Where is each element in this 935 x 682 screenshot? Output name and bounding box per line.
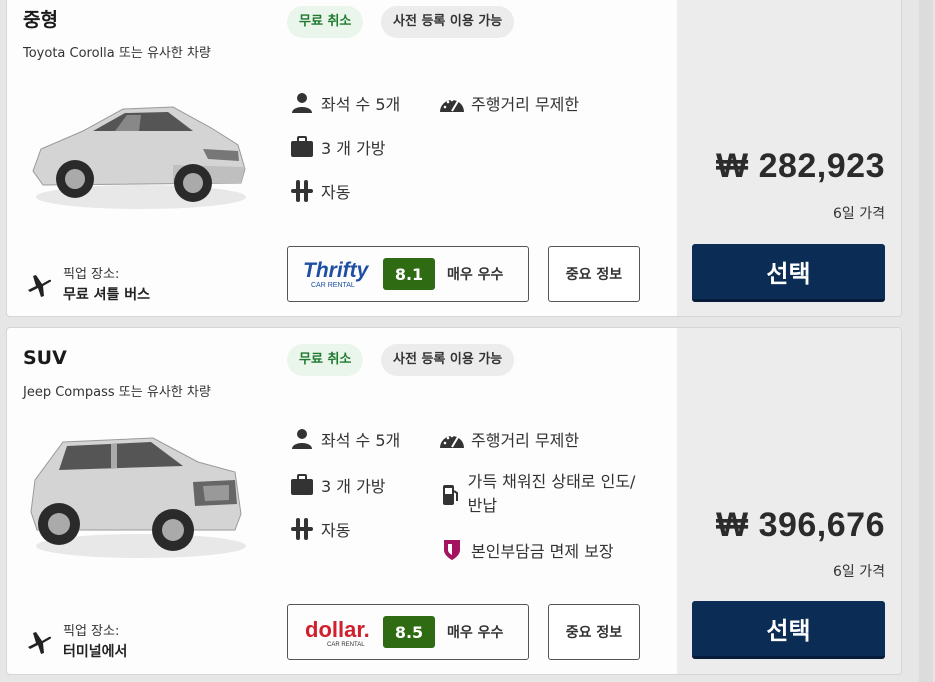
bags-feature: 3 개 가방 xyxy=(289,472,386,498)
car-category-title: SUV xyxy=(23,347,67,369)
thrifty-logo: Thrifty CAR RENTAL xyxy=(296,254,386,294)
transmission-feature: 자동 xyxy=(289,516,350,542)
vendor-name: dollar. xyxy=(305,617,370,642)
car-category-title: 중형 xyxy=(23,9,58,31)
vendor-score-label: 매우 우수 xyxy=(447,267,504,283)
pickup-value: 무료 셔틀 버스 xyxy=(63,287,151,303)
total-price: ₩ 282,923 xyxy=(716,147,885,185)
bags-text: 3 개 가방 xyxy=(321,139,386,158)
speedometer-icon xyxy=(439,426,465,452)
airplane-icon xyxy=(28,631,52,654)
transmission-text: 자동 xyxy=(321,521,351,540)
pickup-label: 픽업 장소: xyxy=(63,267,120,282)
airplane-icon xyxy=(28,274,52,297)
insurance-feature: 본인부담금 면제 보장 xyxy=(439,537,614,563)
fuel-pump-icon xyxy=(439,482,462,508)
person-icon xyxy=(289,426,315,452)
scrollbar-thumb[interactable] xyxy=(919,0,933,682)
seats-text: 좌석 수 5개 xyxy=(321,95,401,114)
vendor-tagline: CAR RENTAL xyxy=(327,642,365,648)
vendor-tagline: CAR RENTAL xyxy=(311,282,355,289)
pickup-value: 터미널에서 xyxy=(63,644,128,660)
gearshift-icon xyxy=(289,516,315,542)
speedometer-icon xyxy=(439,90,465,116)
bags-text: 3 개 가방 xyxy=(321,477,386,496)
car-image xyxy=(32,106,246,209)
precheckin-badge: 사전 등록 이용 가능 xyxy=(381,344,515,376)
bags-feature: 3 개 가방 xyxy=(289,134,386,160)
gearshift-icon xyxy=(289,178,315,204)
pickup-location: 픽업 장소: 터미널에서 xyxy=(25,620,127,661)
page-scrollbar[interactable] xyxy=(917,0,935,682)
suitcase-icon xyxy=(289,472,315,498)
car-image xyxy=(30,437,246,558)
seats-feature: 좌석 수 5개 xyxy=(289,90,400,116)
important-info-button[interactable]: 중요 정보 xyxy=(548,604,640,660)
pickup-location: 픽업 장소: 무료 셔틀 버스 xyxy=(25,263,150,304)
vendor-name: Thrifty xyxy=(303,259,370,282)
select-button[interactable]: 선택 xyxy=(692,601,885,659)
vendor-score: 8.1 xyxy=(383,258,435,290)
seats-text: 좌석 수 5개 xyxy=(321,431,401,450)
insurance-text: 본인부담금 면제 보장 xyxy=(471,542,614,561)
vendor-score: 8.5 xyxy=(383,616,435,648)
vendor-rating-box[interactable]: dollar. CAR RENTAL 8.5 매우 우수 xyxy=(287,604,529,660)
total-price: ₩ 396,676 xyxy=(716,506,885,544)
fuel-policy-feature: 가득 채워진 상태로 인도/반납 xyxy=(439,470,639,518)
free-cancel-badge: 무료 취소 xyxy=(287,344,364,376)
mileage-text: 주행거리 무제한 xyxy=(471,95,580,114)
person-icon xyxy=(289,90,315,116)
pickup-label: 픽업 장소: xyxy=(63,624,120,639)
free-cancel-badge: 무료 취소 xyxy=(287,6,364,38)
car-model-subtitle: Toyota Corolla 또는 유사한 차량 xyxy=(23,46,211,61)
select-button[interactable]: 선택 xyxy=(692,244,885,302)
vendor-rating-box[interactable]: Thrifty CAR RENTAL 8.1 매우 우수 xyxy=(287,246,529,302)
shield-icon xyxy=(439,537,465,563)
transmission-feature: 자동 xyxy=(289,178,350,204)
mileage-feature: 주행거리 무제한 xyxy=(439,426,579,452)
vendor-score-label: 매우 우수 xyxy=(447,625,504,641)
mileage-feature: 주행거리 무제한 xyxy=(439,90,579,116)
price-duration-note: 6일 가격 xyxy=(833,206,885,222)
fuel-policy-text: 가득 채워진 상태로 인도/반납 xyxy=(467,472,636,515)
price-duration-note: 6일 가격 xyxy=(833,564,885,580)
mileage-text: 주행거리 무제한 xyxy=(471,431,580,450)
car-offer-card: 중형 Toyota Corolla 또는 유사한 차량 무료 취소 사전 등록 … xyxy=(6,0,902,317)
seats-feature: 좌석 수 5개 xyxy=(289,426,400,452)
transmission-text: 자동 xyxy=(321,183,351,202)
precheckin-badge: 사전 등록 이용 가능 xyxy=(381,6,515,38)
important-info-button[interactable]: 중요 정보 xyxy=(548,246,640,302)
suitcase-icon xyxy=(289,134,315,160)
car-model-subtitle: Jeep Compass 또는 유사한 차량 xyxy=(23,385,211,400)
car-offer-card: SUV Jeep Compass 또는 유사한 차량 무료 취소 사전 등록 이… xyxy=(6,327,902,675)
dollar-logo: dollar. CAR RENTAL xyxy=(296,612,386,652)
